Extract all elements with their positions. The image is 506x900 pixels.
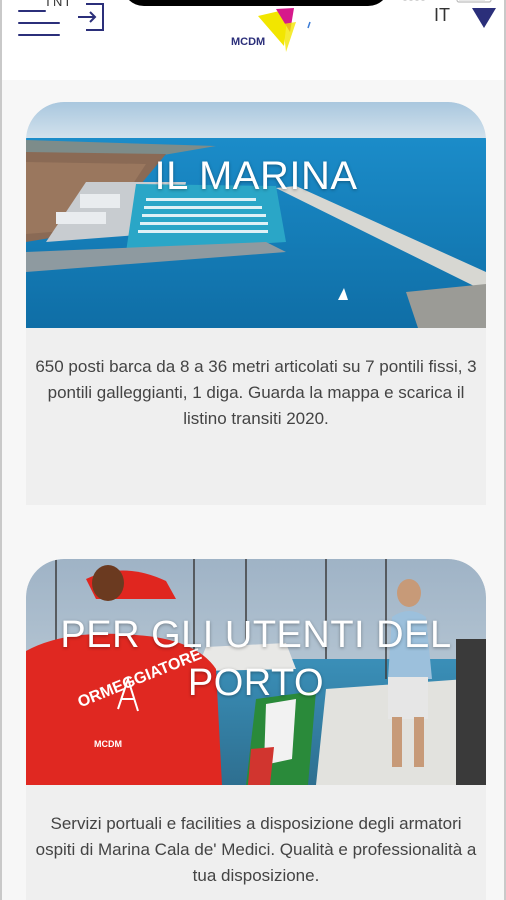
login-arrow-icon[interactable] — [76, 2, 106, 32]
status-text: TNT — [44, 0, 73, 9]
card-marina[interactable]: IL MARINA 650 posti barca da 8 a 36 metr… — [26, 102, 486, 505]
logo-text: MCDM — [231, 36, 265, 48]
phone-screen: TNT MCDM IT IL MARINA 650 posti barca da… — [0, 0, 506, 900]
app-header: TNT MCDM IT — [2, 0, 504, 80]
mooring-staff-photo: ORMEGGIATORE MCDM PER GLI UTENTI DEL POR… — [26, 559, 486, 785]
mcdm-logo[interactable]: MCDM — [228, 4, 318, 56]
triangle-down-icon[interactable] — [470, 6, 498, 30]
card-title: IL MARINA — [154, 154, 358, 198]
card-title: PER GLI UTENTI DEL PORTO — [60, 614, 452, 704]
shirt-logo: MCDM — [94, 739, 122, 749]
marina-aerial-photo: IL MARINA — [26, 102, 486, 328]
hamburger-menu-icon[interactable] — [18, 10, 60, 36]
card-description: Servizi portuali e facilities a disposiz… — [35, 814, 477, 885]
language-label[interactable]: IT — [434, 5, 450, 26]
card-port-users[interactable]: ORMEGGIATORE MCDM PER GLI UTENTI DEL POR… — [26, 559, 486, 900]
content-list: IL MARINA 650 posti barca da 8 a 36 metr… — [26, 102, 486, 900]
card-description: 650 posti barca da 8 a 36 metri articola… — [35, 357, 477, 428]
device-notch — [122, 0, 390, 6]
